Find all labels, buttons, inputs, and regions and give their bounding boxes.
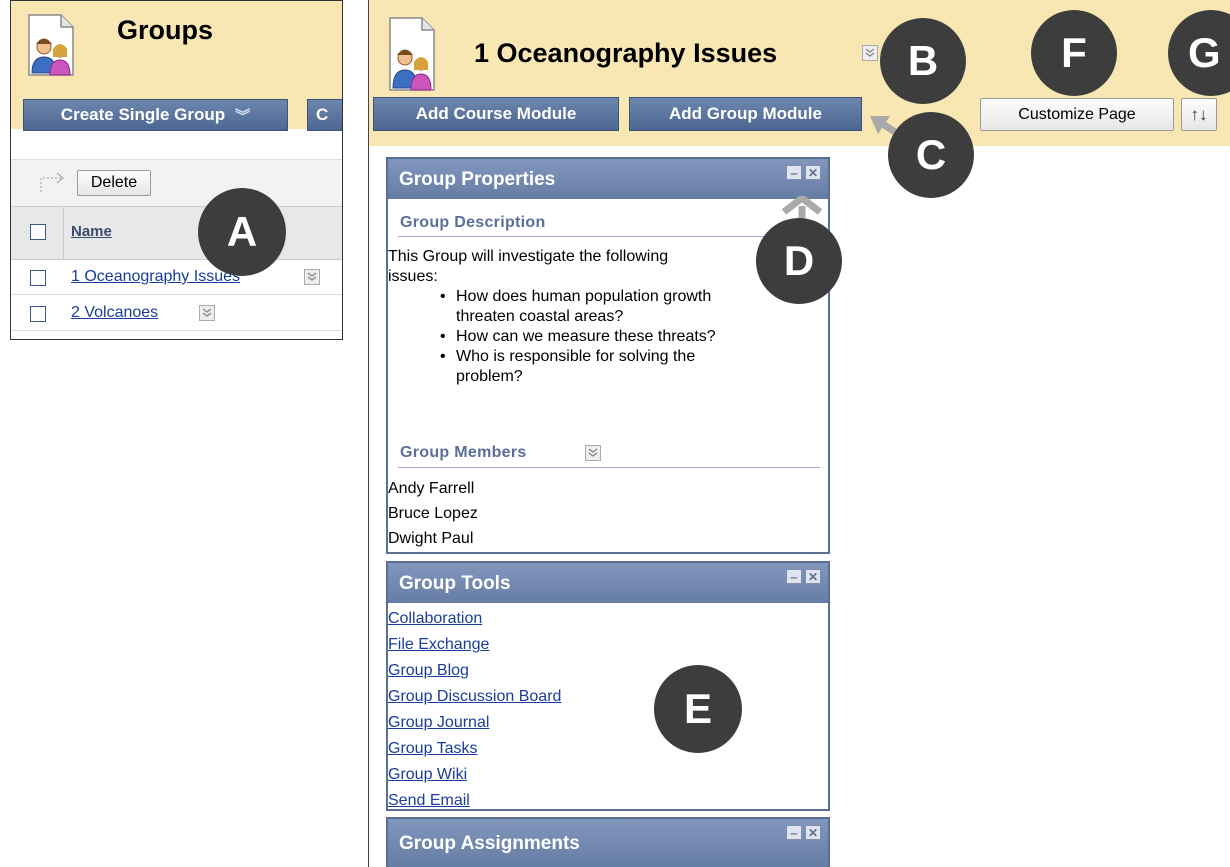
name-column-header[interactable]: Name xyxy=(71,223,112,240)
group-link[interactable]: 1 Oceanography Issues xyxy=(71,268,240,286)
callout-a: A xyxy=(198,188,286,276)
description-bullet: Who is responsible for solving the xyxy=(456,348,696,365)
module-title: Group Properties xyxy=(399,169,556,190)
callout-b: B xyxy=(880,18,966,104)
group-description-heading: Group Description xyxy=(400,214,546,231)
column-divider xyxy=(63,207,64,259)
member-name: Dwight Paul xyxy=(388,530,474,547)
add-group-module-button[interactable]: Add Group Module xyxy=(629,97,862,131)
callout-e: E xyxy=(654,665,742,753)
description-intro: This Group will investigate the followin… xyxy=(388,248,669,265)
callout-c: C xyxy=(888,112,974,198)
bullet-dot: • xyxy=(440,328,446,345)
close-icon[interactable]: ✕ xyxy=(805,569,821,584)
list-toolbar: Delete xyxy=(11,159,342,207)
group-members-label: Group Members xyxy=(400,444,527,461)
group-properties-module: Group Properties ‒ ✕ Group Description T… xyxy=(386,157,830,554)
list-item: 1 Oceanography Issues xyxy=(11,259,342,295)
close-icon[interactable]: ✕ xyxy=(805,825,821,840)
add-course-module-button[interactable]: Add Course Module xyxy=(373,97,619,131)
description-bullet: How does human population growth xyxy=(456,288,712,305)
create-group-set-label: C xyxy=(316,105,329,124)
group-assignments-module: Group Assignments ‒ ✕ xyxy=(386,817,830,867)
callout-f: F xyxy=(1031,10,1117,96)
group-page-icon xyxy=(389,17,435,91)
select-all-checkbox[interactable] xyxy=(30,224,46,240)
create-single-group-button[interactable]: Create Single Group ︾ xyxy=(23,99,288,131)
chevron-down-icon[interactable] xyxy=(585,445,601,461)
module-header[interactable]: Group Assignments ‒ ✕ xyxy=(388,819,828,867)
list-column-header: Name xyxy=(11,206,342,260)
module-header[interactable]: Group Properties ‒ ✕ xyxy=(388,159,828,199)
tool-link[interactable]: Group Discussion Board xyxy=(388,687,561,707)
tool-link[interactable]: Group Journal xyxy=(388,713,489,733)
bulk-action-arrow-icon xyxy=(40,172,64,192)
row-checkbox[interactable] xyxy=(30,270,46,286)
list-item: 2 Volcanoes xyxy=(11,295,342,331)
description-bullet: How can we measure these threats? xyxy=(456,328,716,345)
create-single-group-label: Create Single Group xyxy=(60,105,226,124)
delete-button[interactable]: Delete xyxy=(77,170,151,196)
row-checkbox[interactable] xyxy=(30,306,46,322)
module-title: Group Assignments xyxy=(399,833,580,854)
bullet-dot: • xyxy=(440,348,446,365)
tool-link[interactable]: File Exchange xyxy=(388,635,489,655)
group-link[interactable]: 2 Volcanoes xyxy=(71,304,158,322)
reorder-button[interactable]: ↑↓ xyxy=(1181,98,1217,131)
minimize-icon[interactable]: ‒ xyxy=(786,165,802,180)
description-bullet: threaten coastal areas? xyxy=(456,308,624,325)
bullet-dot: • xyxy=(440,288,446,305)
tool-link[interactable]: Group Wiki xyxy=(388,765,467,785)
chevron-down-icon[interactable] xyxy=(862,45,878,61)
groups-panel: Groups Create Single Group ︾ C Delete Na… xyxy=(10,0,343,340)
page-left-border xyxy=(368,146,369,867)
groups-title: Groups xyxy=(117,15,214,45)
callout-d: D xyxy=(756,218,842,304)
group-tools-module: Group Tools ‒ ✕ Collaboration File Excha… xyxy=(386,561,830,811)
page-title: 1 Oceanography Issues xyxy=(474,38,778,68)
group-members-heading: Group Members xyxy=(400,444,527,462)
group-page-icon xyxy=(28,14,74,76)
divider xyxy=(398,236,820,237)
divider xyxy=(398,467,820,468)
tool-link[interactable]: Send Email xyxy=(388,791,470,811)
member-name: Andy Farrell xyxy=(388,480,475,497)
double-chevron-down-icon: ︾ xyxy=(235,107,251,125)
customize-page-button[interactable]: Customize Page xyxy=(980,98,1174,131)
module-header[interactable]: Group Tools ‒ ✕ xyxy=(388,563,828,603)
description-bullet: problem? xyxy=(456,368,523,385)
close-icon[interactable]: ✕ xyxy=(805,165,821,180)
tool-link[interactable]: Group Blog xyxy=(388,661,469,681)
description-intro: issues: xyxy=(388,268,438,285)
create-group-set-button[interactable]: C xyxy=(307,99,342,131)
chevron-down-icon[interactable] xyxy=(199,305,215,321)
member-name: Bruce Lopez xyxy=(388,505,478,522)
tool-link[interactable]: Group Tasks xyxy=(388,739,478,759)
minimize-icon[interactable]: ‒ xyxy=(786,825,802,840)
chevron-down-icon[interactable] xyxy=(304,269,320,285)
module-title: Group Tools xyxy=(399,573,511,594)
minimize-icon[interactable]: ‒ xyxy=(786,569,802,584)
tool-link[interactable]: Collaboration xyxy=(388,609,482,629)
